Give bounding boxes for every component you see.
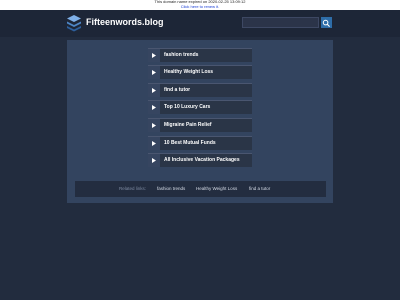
sponsored-link-all-inclusive-vacation-packages[interactable]: All Inclusive Vacation Packages (148, 153, 252, 167)
play-arrow-icon (148, 154, 160, 167)
sponsored-link-find-a-tutor[interactable]: find a tutor (148, 83, 252, 97)
link-label: Healthy Weight Loss (164, 69, 214, 75)
search-input[interactable] (242, 17, 319, 28)
link-label: Top 10 Luxury Cars (164, 104, 211, 110)
expiry-banner: This domain name expired on 2020-02-25 1… (0, 0, 400, 10)
related-link-healthy-weight-loss[interactable]: Healthy Weight Loss (196, 186, 237, 192)
search-icon (322, 19, 330, 27)
link-label: find a tutor (164, 87, 191, 93)
play-arrow-icon (148, 101, 160, 114)
related-link-find-a-tutor[interactable]: find a tutor (249, 186, 270, 192)
link-label: All Inclusive Vacation Packages (164, 157, 240, 163)
sponsored-link-migraine-pain-relief[interactable]: Migraine Pain Relief (148, 118, 252, 132)
sponsored-link-10-best-mutual-funds[interactable]: 10 Best Mutual Funds (148, 136, 252, 150)
stacked-layers-icon[interactable] (66, 14, 82, 32)
related-link-fashion-trends[interactable]: fashion trends (157, 186, 185, 192)
related-links-bar: Related links: fashion trends Healthy We… (75, 181, 326, 197)
site-header: Fifteenwords.blog (0, 10, 400, 37)
play-arrow-icon (148, 66, 160, 79)
sponsored-link-fashion-trends[interactable]: fashion trends (148, 48, 252, 62)
sponsored-link-healthy-weight-loss[interactable]: Healthy Weight Loss (148, 65, 252, 79)
related-links-heading: Related links: (119, 186, 147, 191)
sponsored-link-top-10-luxury-cars[interactable]: Top 10 Luxury Cars (148, 100, 252, 114)
site-title[interactable]: Fifteenwords.blog (86, 16, 164, 28)
renew-link[interactable]: Click here to renew it. (181, 4, 219, 9)
play-arrow-icon (148, 137, 160, 150)
link-label: fashion trends (164, 52, 199, 58)
play-arrow-icon (148, 49, 160, 62)
play-arrow-icon (148, 119, 160, 132)
play-arrow-icon (148, 84, 160, 97)
link-label: 10 Best Mutual Funds (164, 140, 216, 146)
link-label: Migraine Pain Relief (164, 122, 212, 128)
search-button[interactable] (321, 17, 332, 28)
